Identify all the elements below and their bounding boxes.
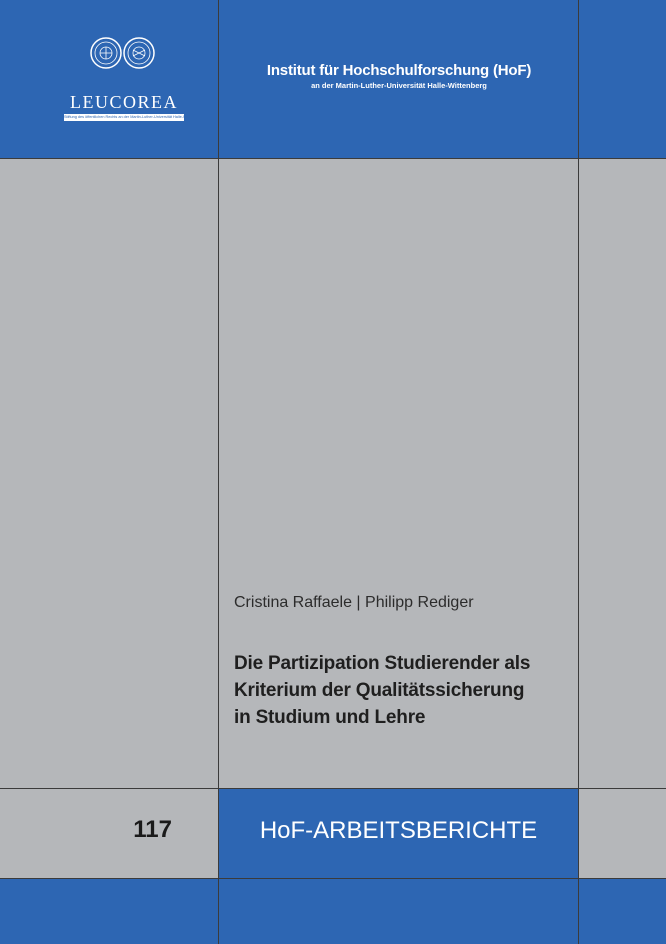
grid-line-right bbox=[578, 0, 579, 944]
logo-tagline: Stiftung des öffentlichen Rechts an der … bbox=[64, 114, 184, 121]
title-line: Die Partizipation Studierender als bbox=[234, 653, 531, 674]
institute-name: Institut für Hochschulforschung (HoF) bbox=[266, 62, 532, 79]
grid-line-series-bottom bbox=[0, 878, 666, 879]
institute-subtitle: an der Martin-Luther-Universität Halle-W… bbox=[311, 81, 487, 90]
series-number: 117 bbox=[133, 816, 172, 843]
grid-line-series-top bbox=[0, 788, 666, 789]
grid-line-header bbox=[0, 158, 666, 159]
leucorea-logo: LEUCOREA Stiftung des öffentlichen Recht… bbox=[64, 34, 184, 124]
logo-wordmark: LEUCOREA bbox=[70, 92, 178, 112]
series-right-cell bbox=[578, 788, 666, 878]
grid-line-left bbox=[218, 0, 219, 944]
footer-band bbox=[0, 878, 666, 944]
title-line: in Studium und Lehre bbox=[234, 707, 426, 728]
university-seals-icon bbox=[90, 37, 155, 69]
title-line: Kriterium der Qualitätssicherung bbox=[234, 680, 525, 701]
authors: Cristina Raffaele | Philipp Rediger bbox=[234, 594, 474, 611]
report-title: Die Partizipation Studierender als Krite… bbox=[234, 650, 574, 731]
series-name: HoF-ARBEITSBERICHTE bbox=[259, 817, 538, 844]
